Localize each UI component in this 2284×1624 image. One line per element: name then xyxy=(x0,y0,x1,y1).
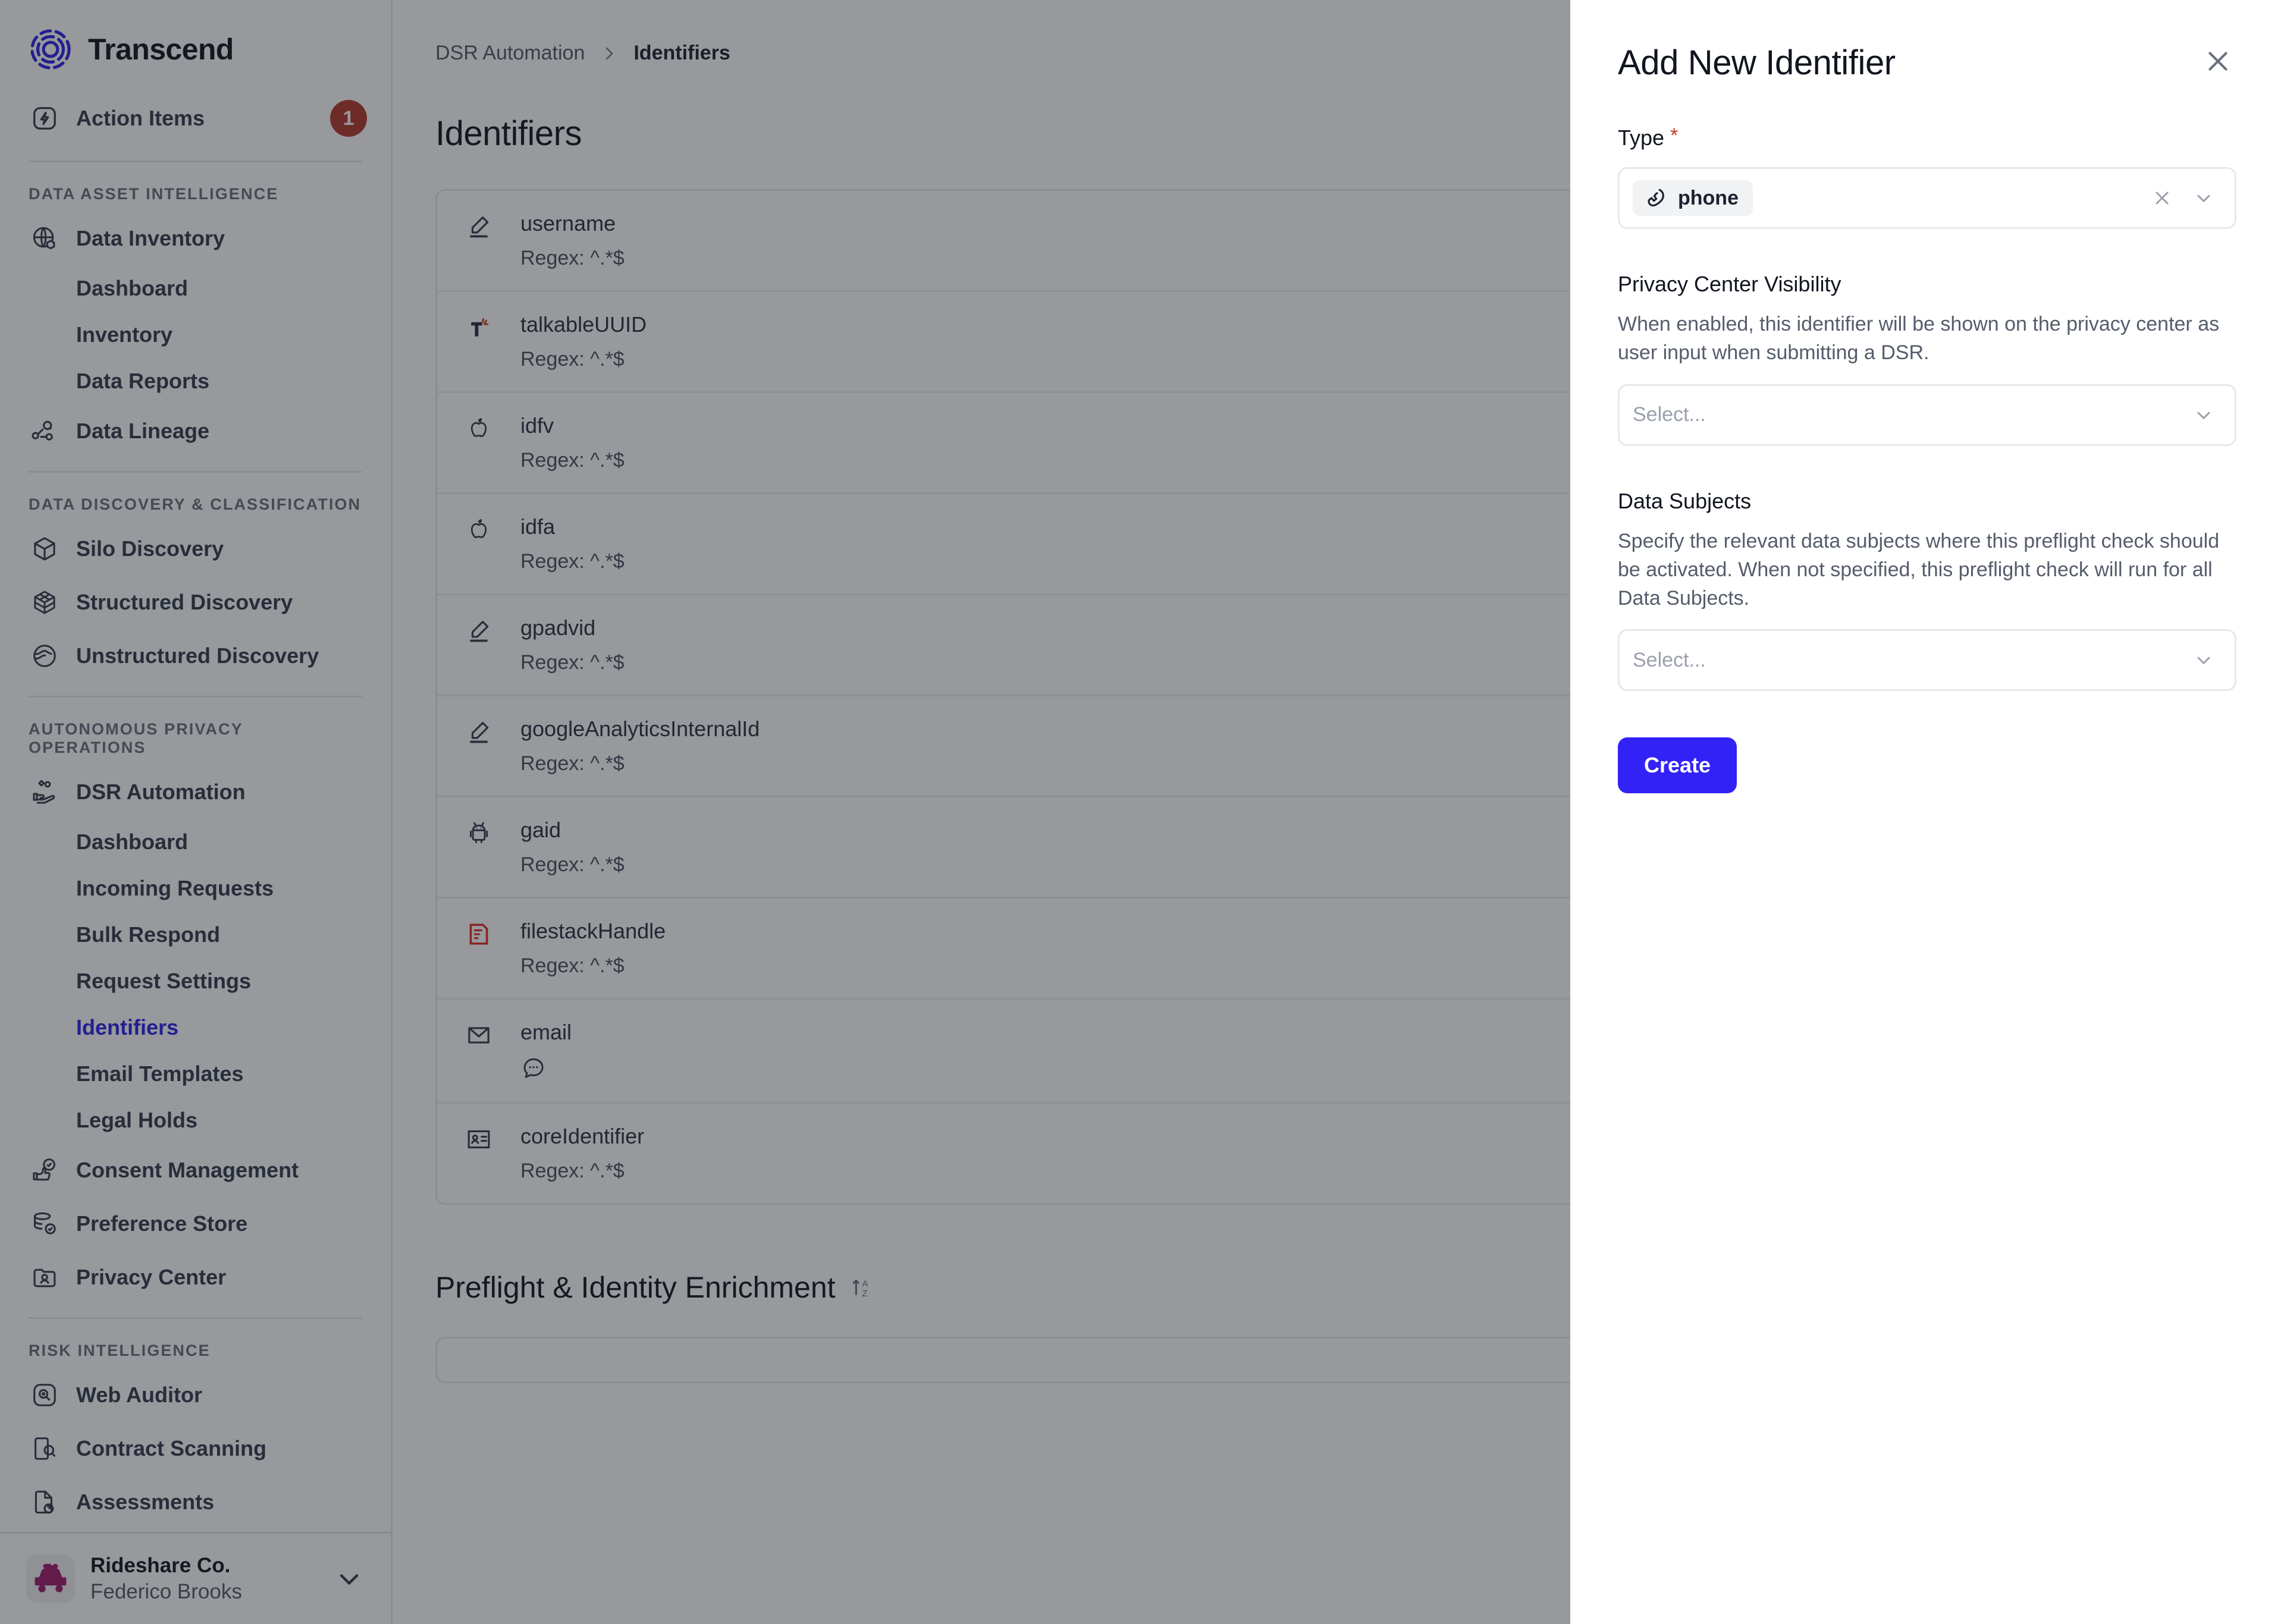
add-new-identifier-drawer: Add New Identifier Type * phone Privacy … xyxy=(1570,0,2284,1624)
create-button[interactable]: Create xyxy=(1618,737,1737,794)
required-marker: * xyxy=(1670,124,1679,147)
data-subjects-placeholder: Select... xyxy=(1633,648,1706,671)
chevron-down-icon[interactable] xyxy=(2188,187,2219,209)
privacy-center-visibility-field: Privacy Center Visibility When enabled, … xyxy=(1618,272,2236,446)
type-label: Type xyxy=(1618,125,1665,150)
type-field: Type * phone xyxy=(1618,125,2236,229)
type-value: phone xyxy=(1678,186,1739,209)
chevron-down-icon[interactable] xyxy=(2188,649,2219,671)
close-icon[interactable] xyxy=(2200,43,2236,80)
phone-icon xyxy=(1643,186,1667,210)
data-subjects-label: Data Subjects xyxy=(1618,488,1752,513)
data-subjects-field: Data Subjects Specify the relevant data … xyxy=(1618,489,2236,692)
privacy-center-visibility-select[interactable]: Select... xyxy=(1618,384,2236,446)
type-select[interactable]: phone xyxy=(1618,167,2236,229)
clear-x-icon[interactable] xyxy=(2147,187,2178,209)
privacy-center-visibility-label: Privacy Center Visibility xyxy=(1618,272,1841,296)
privacy-center-visibility-description: When enabled, this identifier will be sh… xyxy=(1618,313,2220,365)
chevron-down-icon[interactable] xyxy=(2188,404,2219,426)
data-subjects-description: Specify the relevant data subjects where… xyxy=(1618,529,2220,610)
data-subjects-select[interactable]: Select... xyxy=(1618,629,2236,692)
type-selected-chip: phone xyxy=(1633,180,1753,216)
privacy-center-visibility-placeholder: Select... xyxy=(1633,403,1706,426)
type-label-row: Type * xyxy=(1618,125,2236,150)
drawer-title: Add New Identifier xyxy=(1618,43,1896,82)
drawer-header: Add New Identifier xyxy=(1618,43,2236,83)
